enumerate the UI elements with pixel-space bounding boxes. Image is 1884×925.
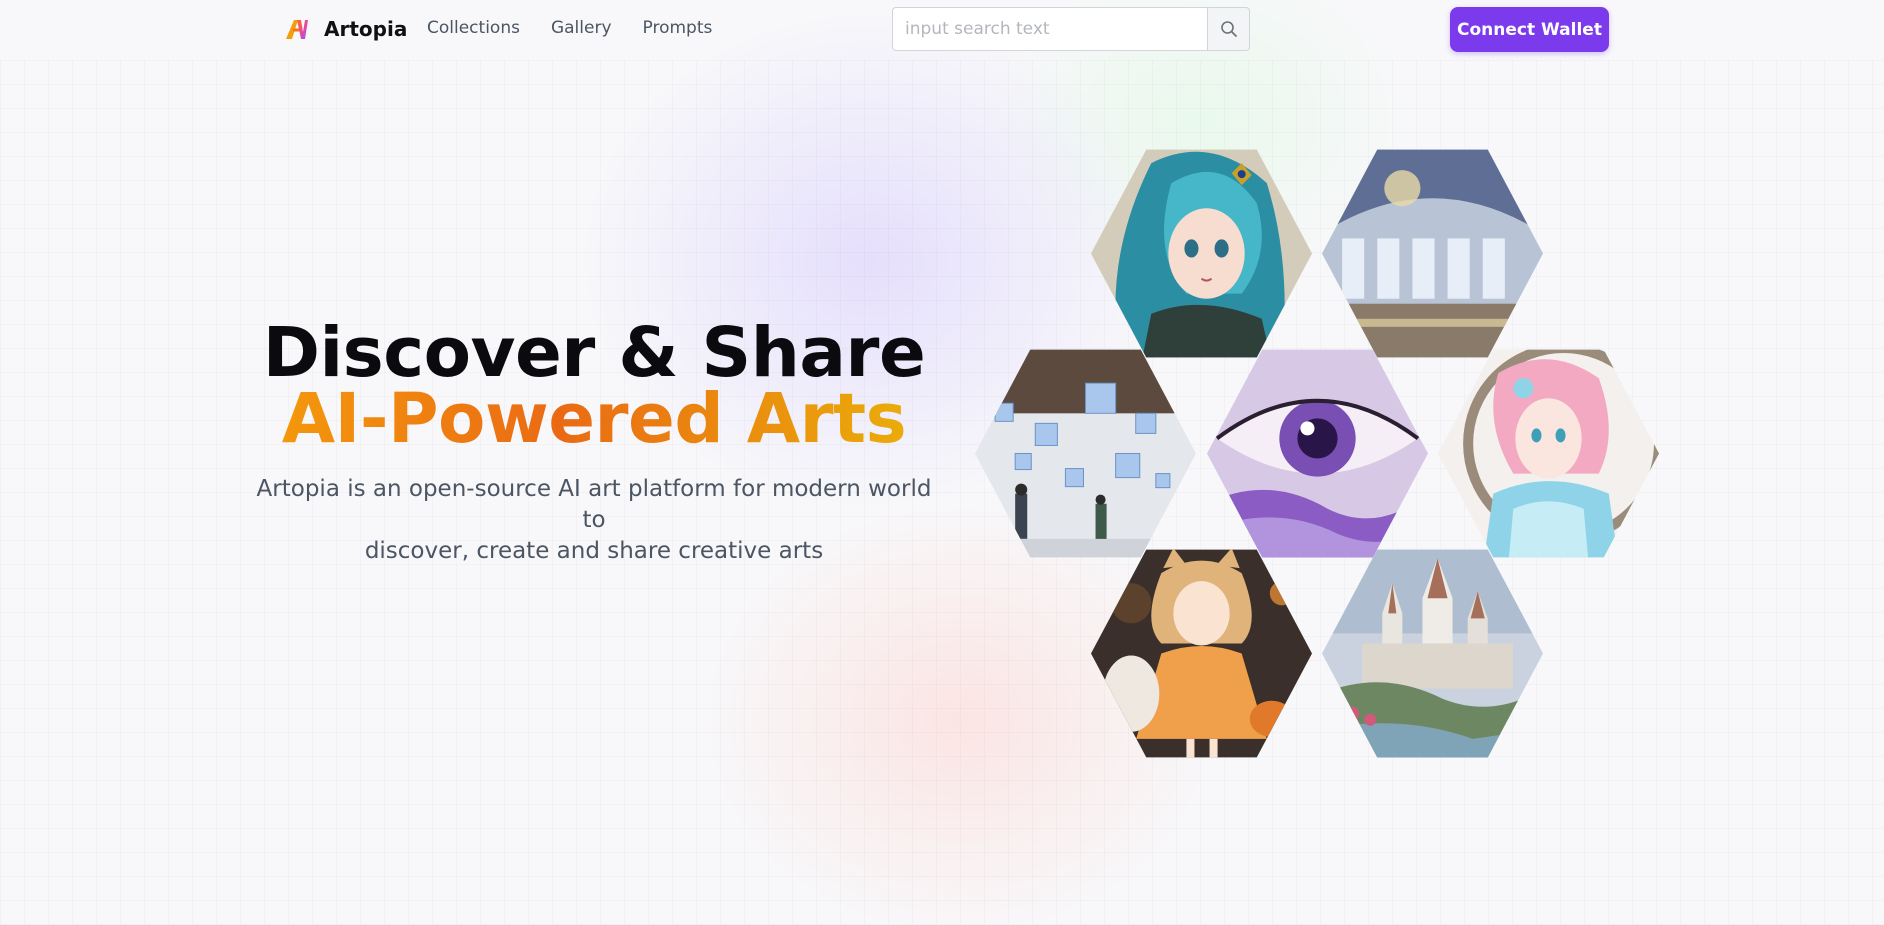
- hero-subtitle: Artopia is an open-source AI art platfor…: [244, 474, 944, 567]
- artopia-logo-icon: [286, 20, 308, 39]
- connect-wallet-button[interactable]: Connect Wallet: [1450, 7, 1609, 52]
- pink-haired-girl-image: [1438, 349, 1659, 558]
- search-icon: [1220, 21, 1237, 37]
- gallery-image-grand-hall-dome[interactable]: [1322, 149, 1543, 358]
- gallery-image-teal-haired-elf-girl[interactable]: [1091, 149, 1312, 358]
- gallery-image-pink-haired-girl[interactable]: [1438, 349, 1659, 558]
- hero-subtitle-line-1: Artopia is an open-source AI art platfor…: [256, 476, 932, 533]
- fantasy-castle-image: [1322, 549, 1543, 758]
- search-bar: [892, 7, 1250, 51]
- hero-subtitle-line-2: discover, create and share creative arts: [364, 538, 824, 564]
- gallery-image-girl-orange-dress-with-cat[interactable]: [1091, 549, 1312, 758]
- nav-prompts[interactable]: Prompts: [643, 18, 713, 38]
- gallery-image-floating-cubes-exhibition[interactable]: [975, 349, 1196, 558]
- nav-collections[interactable]: Collections: [427, 18, 520, 38]
- search-input[interactable]: [892, 7, 1207, 51]
- top-navbar: Artopia Collections Gallery Prompts Conn…: [0, 0, 1884, 60]
- hero-title: Discover & Share: [262, 313, 926, 393]
- teal-haired-elf-girl-image: [1091, 149, 1312, 358]
- brand-logo[interactable]: Artopia: [284, 16, 407, 42]
- hex-gallery: [975, 143, 1660, 798]
- hero-section: Discover & Share AI-Powered Arts Artopia…: [244, 313, 944, 567]
- brand-name: Artopia: [324, 17, 408, 41]
- grand-hall-dome-image: [1322, 149, 1543, 358]
- search-button[interactable]: [1207, 7, 1250, 51]
- gallery-image-fantasy-castle[interactable]: [1322, 549, 1543, 758]
- floating-cubes-exhibition-image: [975, 349, 1196, 558]
- main-nav: Collections Gallery Prompts: [427, 18, 712, 38]
- hero-title-highlight: AI-Powered Arts: [244, 385, 944, 454]
- purple-eye-closeup-image: [1207, 349, 1428, 558]
- gallery-image-purple-eye-closeup[interactable]: [1207, 349, 1428, 558]
- nav-gallery[interactable]: Gallery: [551, 18, 612, 38]
- girl-orange-dress-with-cat-image: [1091, 549, 1312, 758]
